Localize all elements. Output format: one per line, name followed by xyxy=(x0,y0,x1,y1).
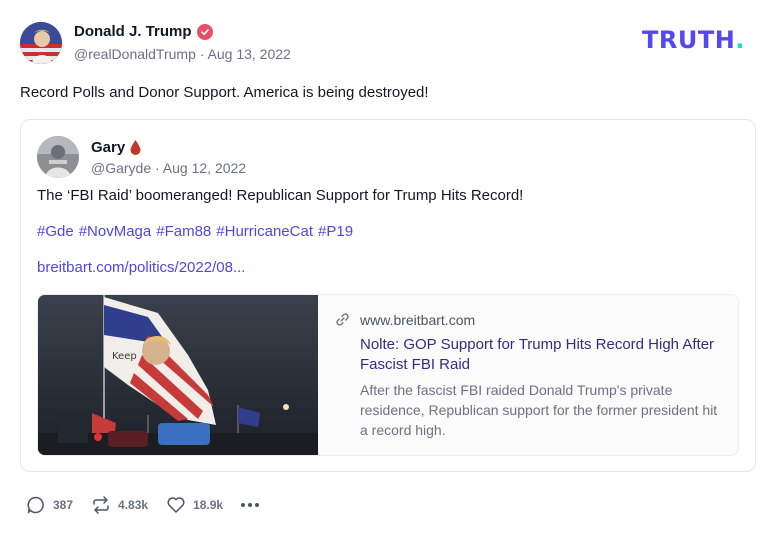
author-name-text[interactable]: Donald J. Trump xyxy=(74,23,192,40)
hashtag-link[interactable]: #NovMaga xyxy=(79,223,152,240)
truth-post: Donald J. Trump @realDonaldTrump · Aug 1… xyxy=(0,0,777,535)
hashtag-link[interactable]: #Gde xyxy=(37,223,74,240)
quoted-post-text: The ‘FBI Raid’ boomeranged! Republican S… xyxy=(37,187,524,204)
author-meta: @realDonaldTrump · Aug 13, 2022 xyxy=(74,46,291,62)
quoted-post-date[interactable]: Aug 12, 2022 xyxy=(163,160,246,176)
truth-logo-dot: . xyxy=(735,26,745,54)
like-icon xyxy=(167,497,185,513)
hashtag-list: #Gde #NovMaga #Fam88 #HurricaneCat #P19 xyxy=(37,223,353,240)
post-actions-bar: 387 4.83k 18.9k xyxy=(26,493,260,517)
like-count: 18.9k xyxy=(193,498,224,512)
reply-count: 387 xyxy=(53,498,74,512)
like-button[interactable]: 18.9k xyxy=(166,495,223,515)
link-preview-card[interactable]: Keep www.breitbart.com Nolte: GOP Suppor… xyxy=(37,294,739,456)
meta-separator: · xyxy=(155,160,163,176)
quoted-author-handle[interactable]: @Garyde xyxy=(91,160,151,176)
reply-button[interactable]: 387 xyxy=(26,495,73,515)
retruth-count: 4.83k xyxy=(118,498,149,512)
quoted-author-meta: @Garyde · Aug 12, 2022 xyxy=(91,160,246,176)
post-text: Record Polls and Donor Support. America … xyxy=(20,84,429,101)
blood-drop-icon xyxy=(130,140,141,155)
link-preview-image[interactable]: Keep xyxy=(38,295,318,455)
quoted-author-avatar[interactable] xyxy=(37,136,79,178)
quoted-post-card[interactable]: Gary @Garyde · Aug 12, 2022 The ‘FBI Rai… xyxy=(20,119,756,472)
verified-badge-icon xyxy=(196,23,213,40)
author-avatar[interactable] xyxy=(20,22,62,64)
link-preview-body[interactable]: www.breitbart.com Nolte: GOP Support for… xyxy=(318,295,738,455)
author-name[interactable]: Donald J. Trump xyxy=(74,23,213,40)
link-preview-domain: www.breitbart.com xyxy=(360,312,476,328)
quoted-author-name-text[interactable]: Gary xyxy=(91,139,125,156)
quoted-author-name[interactable]: Gary xyxy=(91,139,141,156)
retruth-button[interactable]: 4.83k xyxy=(91,495,148,515)
more-dot xyxy=(241,503,246,507)
more-icon[interactable] xyxy=(241,495,260,515)
hashtag-link[interactable]: #Fam88 xyxy=(156,223,211,240)
post-date[interactable]: Aug 13, 2022 xyxy=(208,46,291,62)
more-dot xyxy=(255,503,260,507)
reply-icon xyxy=(27,496,44,514)
article-url-link[interactable]: breitbart.com/politics/2022/08... xyxy=(37,259,245,276)
hashtag-link[interactable]: #HurricaneCat xyxy=(216,223,313,240)
meta-separator: · xyxy=(199,46,208,62)
more-dot xyxy=(248,503,253,507)
link-preview-title[interactable]: Nolte: GOP Support for Trump Hits Record… xyxy=(360,335,720,375)
hashtag-link[interactable]: #P19 xyxy=(318,223,353,240)
retruth-icon xyxy=(93,496,109,514)
link-preview-description: After the fascist FBI raided Donald Trum… xyxy=(360,382,718,438)
truth-logo[interactable]: TRUTH. xyxy=(642,26,745,54)
link-icon xyxy=(336,313,349,326)
truth-logo-text: TRUTH xyxy=(642,26,736,54)
author-handle[interactable]: @realDonaldTrump xyxy=(74,46,196,62)
flag-text: Keep xyxy=(112,351,137,362)
